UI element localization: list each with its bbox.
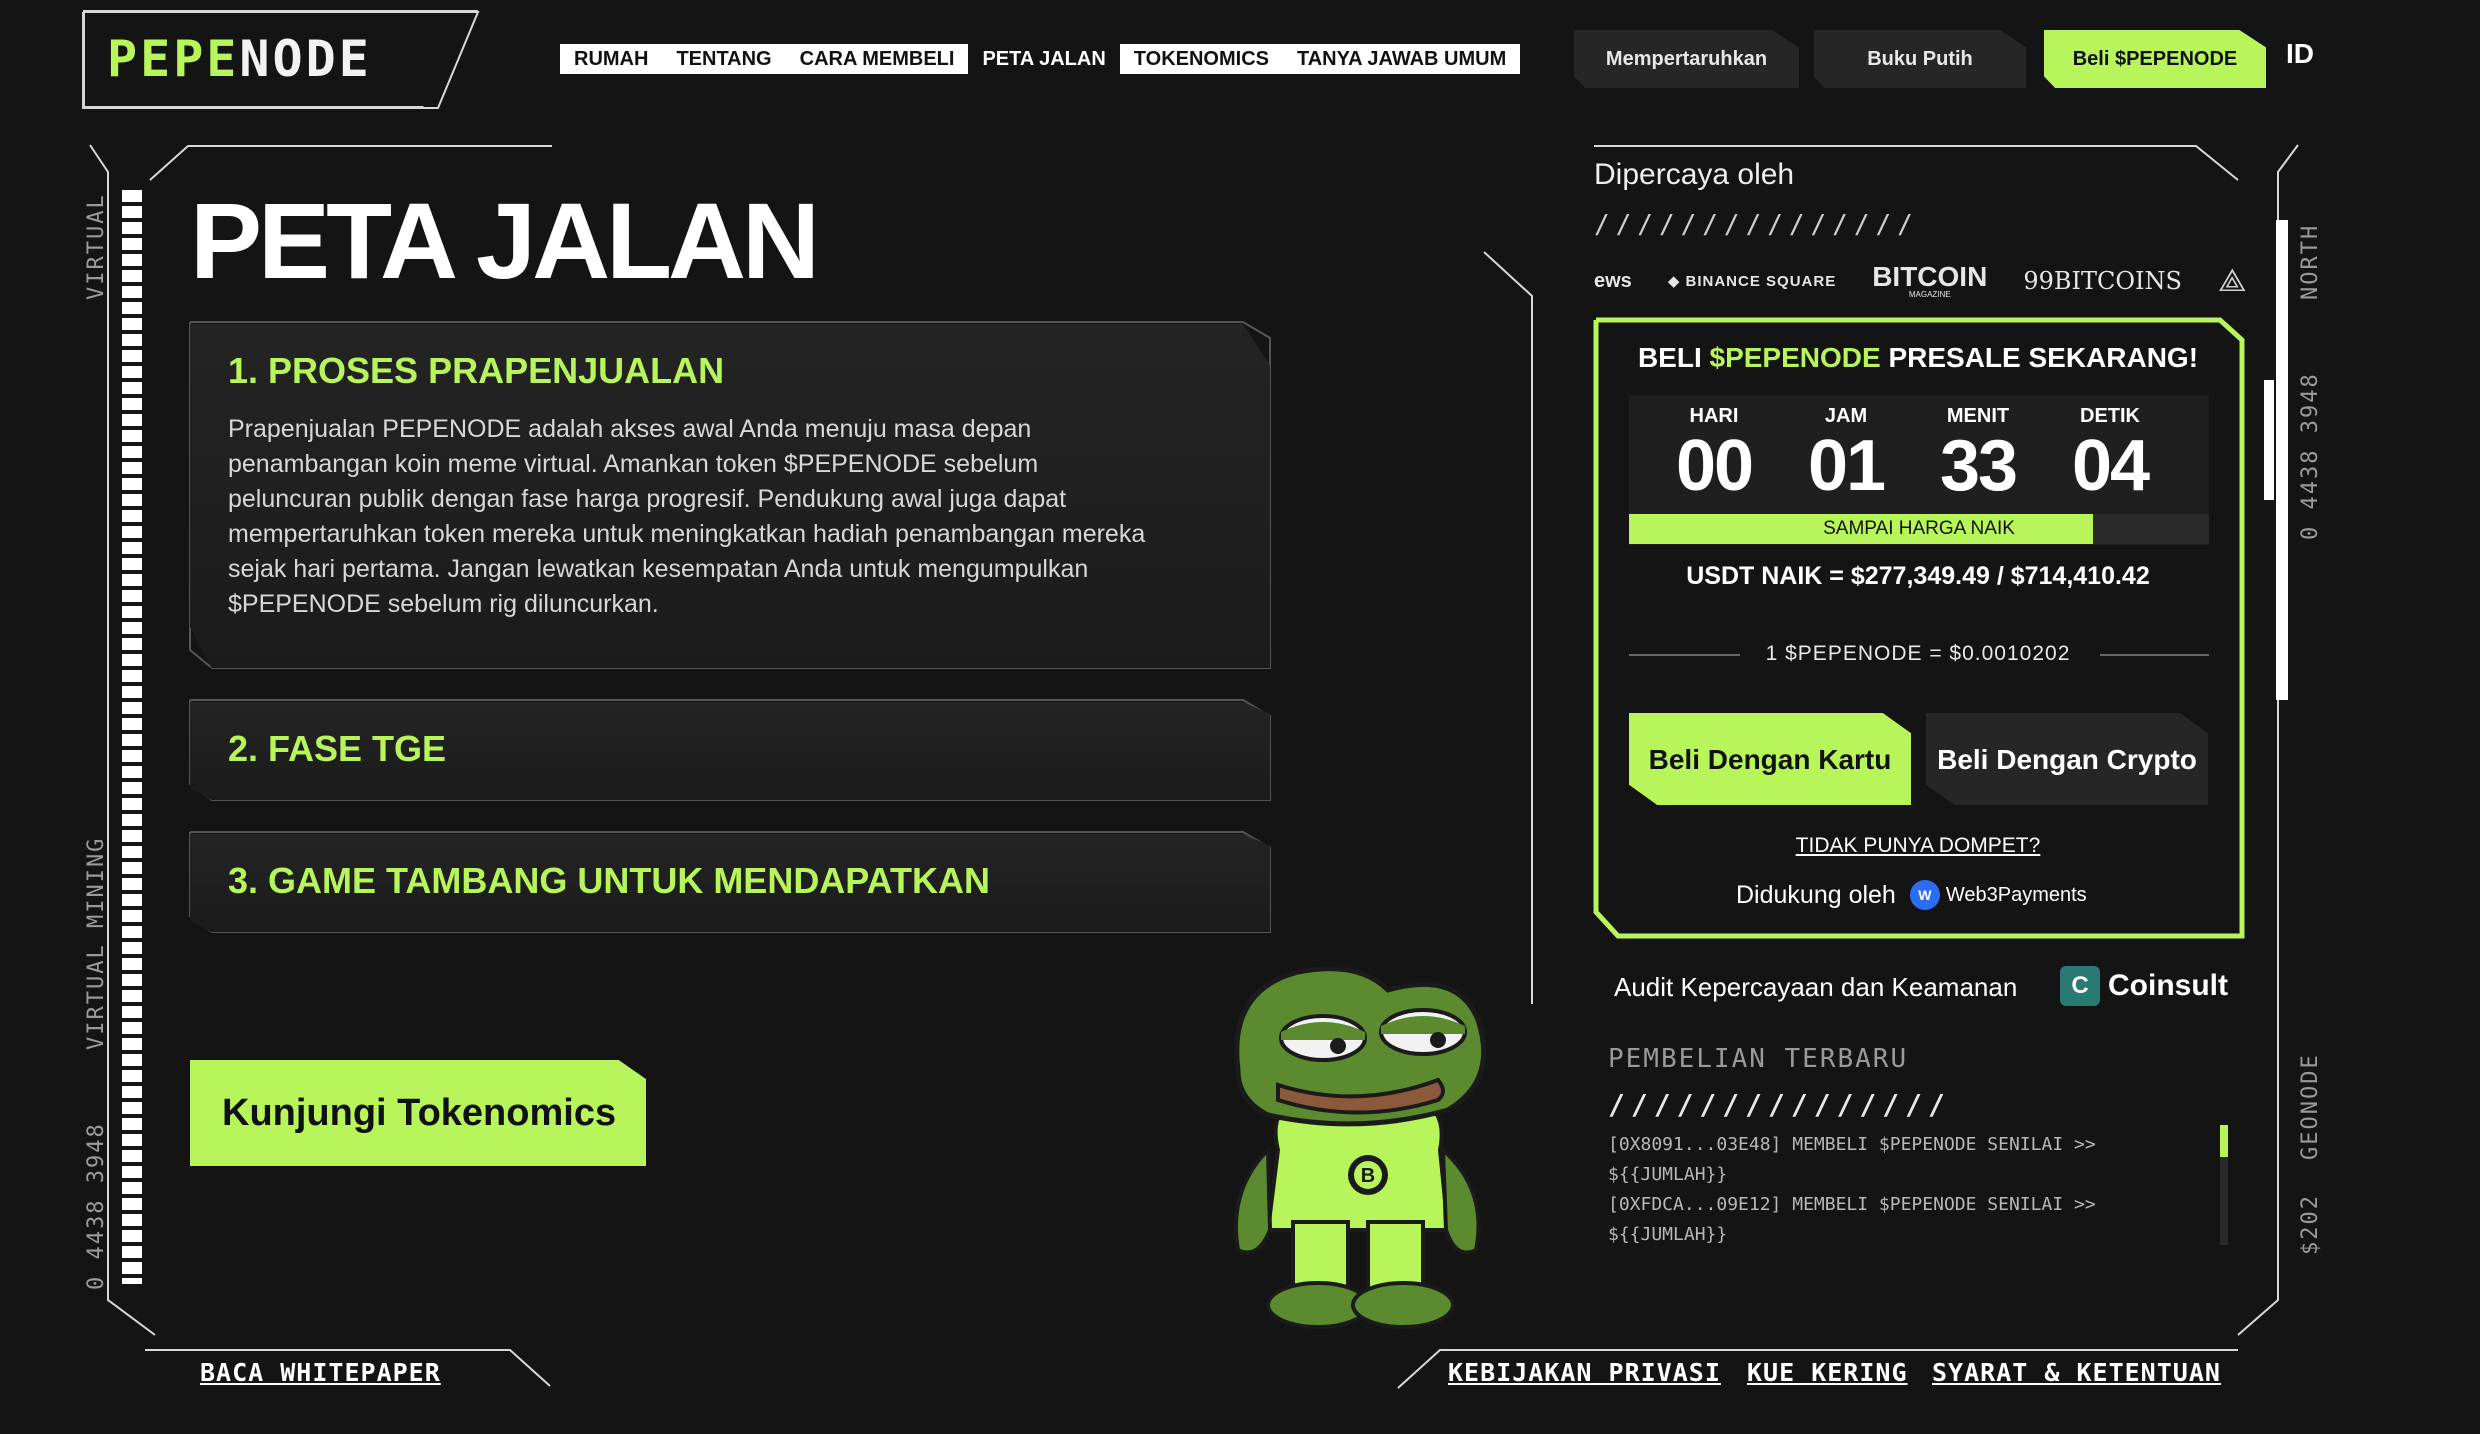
coinsult-logo[interactable]: C Coinsult <box>2060 966 2228 1006</box>
countdown-minutes: MENIT 33 <box>1913 405 2043 504</box>
countdown-days: HARI 00 <box>1649 405 1779 504</box>
news-logo: ews <box>1594 269 1632 292</box>
side-label-code-left: 0 4438 3948 <box>84 1122 109 1290</box>
roadmap-item-1[interactable]: 1. PROSES PRAPENJUALAN Prapenjualan PEPE… <box>190 324 1270 668</box>
audit-label: Audit Kepercayaan dan Keamanan <box>1614 972 2018 1002</box>
token-rate: 1 $PEPENODE = $0.0010202 <box>1765 642 2071 665</box>
presale-title-token: $PEPENODE <box>1709 342 1881 373</box>
side-label-north: NORTH <box>2298 223 2323 300</box>
recent-row: [0XFDCA...09E12] MEMBELI $PEPENODE SENIL… <box>1608 1194 2096 1215</box>
countdown-hours-label: JAM <box>1824 405 1868 427</box>
privacy-policy-link[interactable]: KEBIJAKAN PRIVASI <box>1448 1358 1721 1387</box>
terms-link[interactable]: SYARAT & KETENTUAN <box>1932 1358 2221 1387</box>
buy-with-crypto-button[interactable]: Beli Dengan Crypto <box>1926 713 2208 805</box>
price-progress-bar: SAMPAI HARGA NAIK <box>1629 514 2209 544</box>
countdown-seconds-label: DETIK <box>2080 405 2140 427</box>
recent-purchases-list: [0X8091...03E48] MEMBELI $PEPENODE SENIL… <box>1608 1130 2096 1250</box>
99bitcoins-logo: 99BITCOINS <box>2023 267 2182 295</box>
stake-button[interactable]: Mempertaruhkan <box>1574 30 1799 88</box>
side-label-dollar: $202 <box>2298 1194 2323 1255</box>
partner-logo-icon: ⟁ <box>2217 262 2247 298</box>
powered-by: Didukung oleh W Web3Payments <box>1736 880 2087 910</box>
side-label-code-right: 0 4438 3948 <box>2298 372 2323 540</box>
countdown-hours: JAM 01 <box>1781 405 1911 504</box>
trusted-by-heading: Dipercaya oleh <box>1594 158 1795 191</box>
usdt-raised: USDT NAIK = $277,349.49 / $714,410.42 <box>1686 562 2150 590</box>
powered-by-label: Didukung oleh <box>1736 880 1896 909</box>
countdown-minutes-label: MENIT <box>1946 405 2010 427</box>
logo-node-text: NODE <box>239 30 372 88</box>
binance-square-text: BINANCE SQUARE <box>1685 273 1837 290</box>
price-progress-label: SAMPAI HARGA NAIK <box>1823 518 2015 539</box>
buy-button[interactable]: Beli $PEPENODE <box>2044 30 2266 88</box>
roadmap-item-3-title: 3. GAME TAMBANG UNTUK MENDAPATKAN <box>228 860 990 901</box>
presale-title-suffix: PRESALE SEKARANG! <box>1880 342 2199 373</box>
bitcoin-magazine-logo: BITCOIN MAGAZINE <box>1872 263 1987 299</box>
read-whitepaper-link[interactable]: BACA WHITEPAPER <box>200 1358 441 1387</box>
roadmap-item-1-title: 1. PROSES PRAPENJUALAN <box>228 350 725 391</box>
buy-with-card-button[interactable]: Beli Dengan Kartu <box>1629 713 1911 805</box>
recent-row: ${{JUMLAH}} <box>1608 1224 1728 1245</box>
recent-purchases-heading: PEMBELIAN TERBARU <box>1608 1044 1909 1074</box>
nav-cara-membeli[interactable]: CARA MEMBELI <box>785 44 969 74</box>
nav-peta-jalan[interactable]: PETA JALAN <box>968 44 1120 74</box>
whitepaper-button[interactable]: Buku Putih <box>1814 30 2026 88</box>
nav-rumah[interactable]: RUMAH <box>560 44 663 74</box>
language-selector[interactable]: ID <box>2286 38 2314 70</box>
web3payments-icon: W <box>1909 880 1940 910</box>
visit-tokenomics-button[interactable]: Kunjungi Tokenomics <box>190 1060 646 1166</box>
side-label-geonode: GEONODE <box>2298 1053 2323 1160</box>
recent-slashes: /////////////// <box>1608 1088 1951 1121</box>
nav-faq[interactable]: TANYA JAWAB UMUM <box>1282 44 1521 74</box>
presale-title-prefix: BELI <box>1637 342 1710 373</box>
countdown-minutes-value: 33 <box>1939 426 2018 506</box>
roadmap-item-2[interactable]: 2. FASE TGE <box>190 702 1270 800</box>
presale-title: BELI $PEPENODE PRESALE SEKARANG! <box>1594 342 2242 374</box>
trusted-slashes: /////////////// <box>1594 210 1919 240</box>
countdown-days-value: 00 <box>1675 426 1754 506</box>
roadmap-item-3[interactable]: 3. GAME TAMBANG UNTUK MENDAPATKAN <box>190 834 1270 932</box>
page-title: PETA JALAN <box>190 180 820 301</box>
pepenode-logo[interactable]: PEPE NODE <box>83 10 478 108</box>
countdown-seconds: DETIK 04 <box>2045 405 2175 504</box>
coinsult-icon: C <box>2060 966 2100 1006</box>
cookies-link[interactable]: KUE KERING <box>1747 1358 1908 1387</box>
countdown-hours-value: 01 <box>1807 426 1886 506</box>
countdown-days-label: HARI <box>1689 405 1739 427</box>
magazine-text: MAGAZINE <box>1908 290 1951 299</box>
nav-tokenomics[interactable]: TOKENOMICS <box>1119 44 1283 74</box>
recent-row: ${{JUMLAH}} <box>1608 1164 1728 1185</box>
no-wallet-link[interactable]: TIDAK PUNYA DOMPET? <box>1594 834 2242 858</box>
binance-square-logo: ◆ BINANCE SQUARE <box>1667 273 1837 290</box>
pepe-mascot-image: B <box>1234 966 1487 1329</box>
side-label-virtual: VIRTUAL <box>84 193 109 300</box>
bitcoin-magazine-text: BITCOIN <box>1872 261 1988 292</box>
logo-pepe-text: PEPE <box>107 30 240 88</box>
svg-text:B: B <box>1361 1165 1375 1187</box>
ladder-decoration <box>122 190 142 1284</box>
main-nav: RUMAH TENTANG CARA MEMBELI PETA JALAN TO… <box>560 44 1521 74</box>
coinsult-text: Coinsult <box>2108 969 2228 1002</box>
roadmap-item-1-body: Prapenjualan PEPENODE adalah akses awal … <box>228 415 1146 618</box>
roadmap-item-2-title: 2. FASE TGE <box>228 728 447 769</box>
side-label-virtual-mining: VIRTUAL MINING <box>84 836 109 1050</box>
recent-row: [0X8091...03E48] MEMBELI $PEPENODE SENIL… <box>1608 1134 2096 1155</box>
web3payments-text: Web3Payments <box>1945 883 2087 906</box>
trusted-logos: ews ◆ BINANCE SQUARE BITCOIN MAGAZINE 99… <box>1594 262 2246 300</box>
nav-tentang[interactable]: TENTANG <box>662 44 786 74</box>
countdown-seconds-value: 04 <box>2071 426 2150 506</box>
